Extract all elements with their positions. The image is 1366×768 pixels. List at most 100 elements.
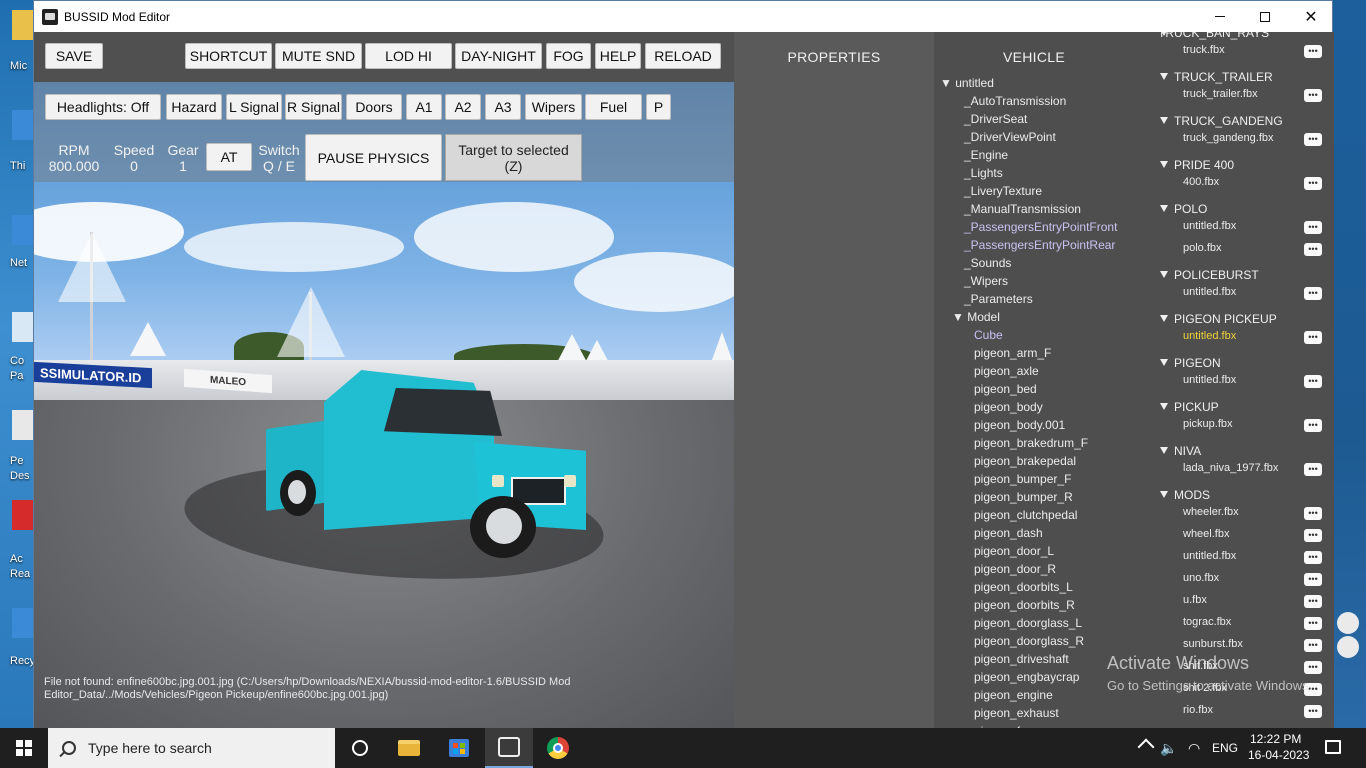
collapse-triangle-icon[interactable] — [1160, 73, 1168, 80]
vehicle-tree-item[interactable]: pigeon_bumper_R — [974, 488, 1073, 506]
vehicle-tree-item[interactable]: pigeon_bumper_F — [974, 470, 1071, 488]
help-button[interactable]: HELP — [595, 43, 641, 69]
desktop-icon-label[interactable]: Pe — [10, 455, 23, 467]
mod-group-header[interactable]: POLICEBURST — [1174, 268, 1259, 282]
desktop-icon[interactable] — [12, 500, 34, 530]
desktop-icon[interactable] — [12, 110, 34, 140]
mod-options-button[interactable]: ••• — [1304, 595, 1322, 608]
vehicle-tree-item[interactable]: _LiveryTexture — [964, 182, 1042, 200]
task-view-button[interactable] — [336, 728, 384, 768]
mod-file-item[interactable]: u.fbx — [1183, 594, 1207, 606]
mod-options-button[interactable]: ••• — [1304, 243, 1322, 256]
mod-group-header[interactable]: PICKUP — [1174, 400, 1219, 414]
notifications-icon[interactable] — [1325, 740, 1341, 754]
mod-group-header[interactable]: TRUCK_BAN_RAYS — [1158, 32, 1269, 40]
mod-file-item[interactable]: untitled.fbx — [1183, 220, 1236, 232]
mod-file-item[interactable]: 400.fbx — [1183, 176, 1219, 188]
mod-group-header[interactable]: POLO — [1174, 202, 1207, 216]
mod-group-header[interactable]: NIVA — [1174, 444, 1201, 458]
bussid-editor-taskbar-button[interactable] — [485, 728, 533, 768]
mod-options-button[interactable]: ••• — [1304, 507, 1322, 520]
vehicle-tree-item[interactable]: pigeon_axle — [974, 362, 1039, 380]
start-button[interactable] — [0, 728, 48, 768]
lod-button[interactable]: LOD HI — [365, 43, 452, 69]
network-icon[interactable]: ◠ — [1188, 740, 1200, 757]
mod-options-button[interactable]: ••• — [1304, 375, 1322, 388]
vehicle-tree-item[interactable]: pigeon_clutchpedal — [974, 506, 1077, 524]
taskbar-search[interactable]: Type here to search — [48, 728, 335, 768]
mod-file-item[interactable]: truck_gandeng.fbx — [1183, 132, 1274, 144]
a3-button[interactable]: A3 — [485, 94, 521, 120]
mod-group-header[interactable]: PIGEON PICKEUP — [1174, 312, 1277, 326]
mod-file-item[interactable]: rio.fbx — [1183, 704, 1213, 716]
vehicle-tree-item[interactable]: _DriverViewPoint — [964, 128, 1056, 146]
vehicle-tree-item[interactable]: pigeon_body.001 — [974, 416, 1065, 434]
target-to-selected-button[interactable]: Target to selected (Z) — [445, 134, 582, 181]
left-signal-button[interactable]: L Signal — [226, 94, 282, 120]
mod-options-button[interactable]: ••• — [1304, 639, 1322, 652]
desktop-icon-label[interactable]: Recy — [10, 655, 34, 667]
desktop-icon-label[interactable]: Net — [10, 257, 27, 269]
collapse-triangle-icon[interactable] — [1160, 161, 1168, 168]
collapse-triangle-icon[interactable] — [1160, 205, 1168, 212]
vehicle-tree-item[interactable]: pigeon_engine — [974, 686, 1053, 704]
mod-options-button[interactable]: ••• — [1304, 617, 1322, 630]
a1-button[interactable]: A1 — [406, 94, 442, 120]
vehicle-tree-item[interactable]: pigeon_doorbits_L — [974, 578, 1073, 596]
mod-file-item[interactable]: lada_niva_1977.fbx — [1183, 462, 1278, 474]
vehicle-tree-item[interactable]: _Wipers — [964, 272, 1008, 290]
vehicle-tree-item[interactable]: _PassengersEntryPointFront — [964, 218, 1117, 236]
mod-file-item[interactable]: polo.fbx — [1183, 242, 1222, 254]
mod-options-button[interactable]: ••• — [1304, 573, 1322, 586]
desktop-icon-right-2[interactable] — [1337, 636, 1359, 658]
collapse-triangle-icon[interactable] — [1160, 403, 1168, 410]
mod-group-header[interactable]: TRUCK_GANDENG — [1174, 114, 1283, 128]
volume-icon[interactable]: 🔈 — [1160, 740, 1177, 757]
vehicle-tree-item[interactable]: ▼ untitled — [940, 74, 994, 92]
vehicle-tree-item[interactable]: pigeon_exhaust — [974, 704, 1059, 722]
desktop-icon-label[interactable]: Ac — [10, 553, 23, 565]
mod-group-header[interactable]: TRUCK_TRAILER — [1174, 70, 1273, 84]
store-button[interactable] — [435, 728, 483, 768]
desktop-icon-right-1[interactable] — [1337, 612, 1359, 634]
doors-button[interactable]: Doors — [346, 94, 402, 120]
day-night-button[interactable]: DAY-NIGHT — [455, 43, 542, 69]
minimize-button[interactable] — [1197, 1, 1243, 32]
vehicle-tree-item[interactable]: pigeon_door_L — [974, 542, 1054, 560]
hazard-button[interactable]: Hazard — [166, 94, 222, 120]
mod-file-item[interactable]: truck_trailer.fbx — [1183, 88, 1258, 100]
collapse-triangle-icon[interactable] — [1160, 359, 1168, 366]
vehicle-tree-item[interactable]: pigeon_arm_F — [974, 344, 1051, 362]
pause-physics-button[interactable]: PAUSE PHYSICS — [305, 134, 442, 181]
vehicle-tree-item[interactable]: Cube — [974, 326, 1003, 344]
desktop-icon[interactable] — [12, 215, 34, 245]
mod-options-button[interactable]: ••• — [1304, 287, 1322, 300]
mod-file-item[interactable]: truck.fbx — [1183, 44, 1225, 56]
desktop-icon-label[interactable]: Pa — [10, 370, 23, 382]
mod-options-button[interactable]: ••• — [1304, 133, 1322, 146]
vehicle-tree-item[interactable]: _Sounds — [964, 254, 1011, 272]
desktop-icon[interactable] — [12, 410, 34, 440]
mute-sound-button[interactable]: MUTE SND — [275, 43, 362, 69]
fog-button[interactable]: FOG — [546, 43, 591, 69]
clock-date[interactable]: 16-04-2023 — [1248, 748, 1309, 762]
file-explorer-button[interactable] — [385, 728, 433, 768]
mod-file-item[interactable]: wheeler.fbx — [1183, 506, 1239, 518]
desktop-icon-label[interactable]: Des — [10, 470, 30, 482]
collapse-triangle-icon[interactable] — [1160, 447, 1168, 454]
mod-options-button[interactable]: ••• — [1304, 45, 1322, 58]
vehicle-tree-item[interactable]: pigeon_doorglass_R — [974, 632, 1084, 650]
mod-file-item[interactable]: pickup.fbx — [1183, 418, 1233, 430]
desktop-icon-label[interactable]: Co — [10, 355, 24, 367]
desktop-icon[interactable] — [12, 608, 34, 638]
desktop-icon[interactable] — [12, 312, 34, 342]
maximize-button[interactable] — [1242, 1, 1288, 32]
a2-button[interactable]: A2 — [445, 94, 481, 120]
save-button[interactable]: SAVE — [45, 43, 103, 69]
mod-file-item[interactable]: untitled.fbx — [1183, 550, 1236, 562]
mod-options-button[interactable]: ••• — [1304, 89, 1322, 102]
vehicle-tree-item[interactable]: _Lights — [964, 164, 1003, 182]
mod-options-button[interactable]: ••• — [1304, 419, 1322, 432]
close-button[interactable]: ✕ — [1288, 1, 1334, 32]
show-hidden-icons-icon[interactable] — [1137, 738, 1155, 756]
